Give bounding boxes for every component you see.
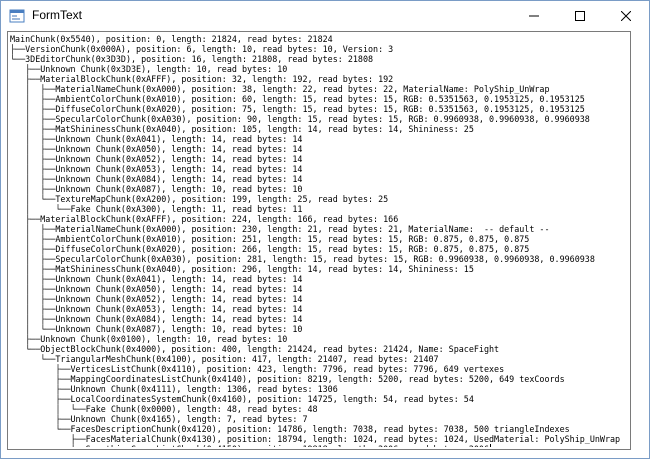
- chunk-tree-line: │ ├──DiffuseColorChunk(0xA020), position…: [10, 244, 530, 254]
- maximize-button[interactable]: [557, 1, 603, 31]
- chunk-tree-line: │ ├──Unknown Chunk(0xA050), length: 14, …: [10, 284, 303, 294]
- minimize-icon: [529, 15, 539, 17]
- chunk-tree-line: │ └──TextureMapChunk(0xA200), position: …: [10, 194, 389, 204]
- chunk-tree-line: │ ├──MatShininessChunk(0xA040), position…: [10, 124, 474, 134]
- chunk-tree-line: │ ├──Unknown Chunk(0xA050), length: 14, …: [10, 144, 303, 154]
- chunk-tree-line: └──SmoothingGroupListChunk(0x4150), posi…: [10, 444, 490, 447]
- chunk-tree-line: │ ├──Unknown Chunk(0xA087), length: 10, …: [10, 184, 303, 194]
- chunk-tree-line: │ ├──AmbientColorChunk(0xA010), position…: [10, 234, 530, 244]
- chunk-tree-line: │ ├──DiffuseColorChunk(0xA020), position…: [10, 104, 585, 114]
- chunk-tree-line: │ ├──Unknown Chunk(0xA052), length: 14, …: [10, 154, 303, 164]
- form-app-icon[interactable]: [9, 8, 25, 24]
- chunk-tree-line: │ ├──MaterialNameChunk(0xA000), position…: [10, 84, 550, 94]
- chunk-tree-line: │ ├──Unknown Chunk(0xA084), length: 14, …: [10, 314, 303, 324]
- chunk-tree-line: │ └──Unknown Chunk(0xA087), length: 10, …: [10, 324, 303, 334]
- close-icon: [621, 11, 631, 21]
- chunk-tree-line: ├──LocalCoordinatesSystemChunk(0x4160), …: [10, 394, 474, 404]
- chunk-tree-line: └──FacesDescriptionChunk(0x4120), positi…: [10, 424, 570, 434]
- chunk-tree-line: │ ├──Unknown Chunk(0xA053), length: 14, …: [10, 164, 303, 174]
- chunk-tree-textbox[interactable]: MainChunk(0x5540), position: 0, length: …: [7, 31, 631, 450]
- chunk-tree-line: │ └──Fake Chunk(0xA300), length: 11, rea…: [10, 204, 303, 214]
- minimize-button[interactable]: [511, 1, 557, 31]
- chunk-tree-line: └──3DEditorChunk(0x3D3D), position: 16, …: [10, 54, 374, 64]
- chunk-tree-line: │ ├──Unknown Chunk(0xA052), length: 14, …: [10, 294, 303, 304]
- chunk-tree-line: ├──MaterialBlockChunk(0xAFFF), position:…: [10, 214, 399, 224]
- chunk-tree-line: │ ├──AmbientColorChunk(0xA010), position…: [10, 94, 585, 104]
- chunk-tree-line: │ ├──MaterialNameChunk(0xA000), position…: [10, 224, 550, 234]
- chunk-tree-line: ├──Unknown Chunk(0x4111), length: 1306, …: [10, 384, 338, 394]
- chunk-tree-line: │ ├──Unknown Chunk(0xA084), length: 14, …: [10, 174, 303, 184]
- maximize-icon: [575, 11, 585, 21]
- text-caret: [490, 444, 491, 447]
- chunk-tree-line: └──TriangularMeshChunk(0x4100), position…: [10, 354, 439, 364]
- chunk-tree-line: │ └──Fake Chunk(0x0000), length: 48, rea…: [10, 404, 318, 414]
- chunk-tree-line: ├──Unknown Chunk(0x4165), length: 7, rea…: [10, 414, 308, 424]
- chunk-tree-line: ├──FacesMaterialChunk(0x4130), position:…: [10, 434, 621, 444]
- chunk-tree-line: MainChunk(0x5540), position: 0, length: …: [10, 34, 333, 44]
- chunk-tree-line: │ ├──Unknown Chunk(0xA041), length: 14, …: [10, 274, 303, 284]
- chunk-tree-line: ├──Unknown Chunk(0x3D3E), length: 10, re…: [10, 64, 288, 74]
- chunk-tree-line: │ ├──Unknown Chunk(0xA041), length: 14, …: [10, 134, 303, 144]
- title-bar[interactable]: FormText: [1, 1, 649, 31]
- chunk-tree-line: │ ├──SpecularColorChunk(0xA030), positio…: [10, 114, 590, 124]
- chunk-tree-line: ├──MaterialBlockChunk(0xAFFF), position:…: [10, 74, 394, 84]
- window-title: FormText: [32, 8, 83, 22]
- chunk-tree-line: │ ├──SpecularColorChunk(0xA030), positio…: [10, 254, 595, 264]
- chunk-tree-line: │ ├──MatShininessChunk(0xA040), position…: [10, 264, 474, 274]
- chunk-tree-line: ├──MappingCoordinatesListChunk(0x4140), …: [10, 374, 565, 384]
- chunk-tree-line: │ ├──Unknown Chunk(0xA053), length: 14, …: [10, 304, 303, 314]
- close-button[interactable]: [603, 1, 649, 31]
- chunk-tree-line: ├──VerticesListChunk(0x4110), position: …: [10, 364, 505, 374]
- chunk-tree-lines: MainChunk(0x5540), position: 0, length: …: [10, 34, 628, 447]
- chunk-tree-line: ├──Unknown Chunk(0x0100), length: 10, re…: [10, 334, 288, 344]
- form-window: FormText MainChunk(0x5540), position: 0,…: [0, 0, 650, 459]
- chunk-tree-line: └──ObjectBlockChunk(0x4000), position: 4…: [10, 344, 500, 354]
- chunk-tree-line: ├──VersionChunk(0x000A), position: 6, le…: [10, 44, 394, 54]
